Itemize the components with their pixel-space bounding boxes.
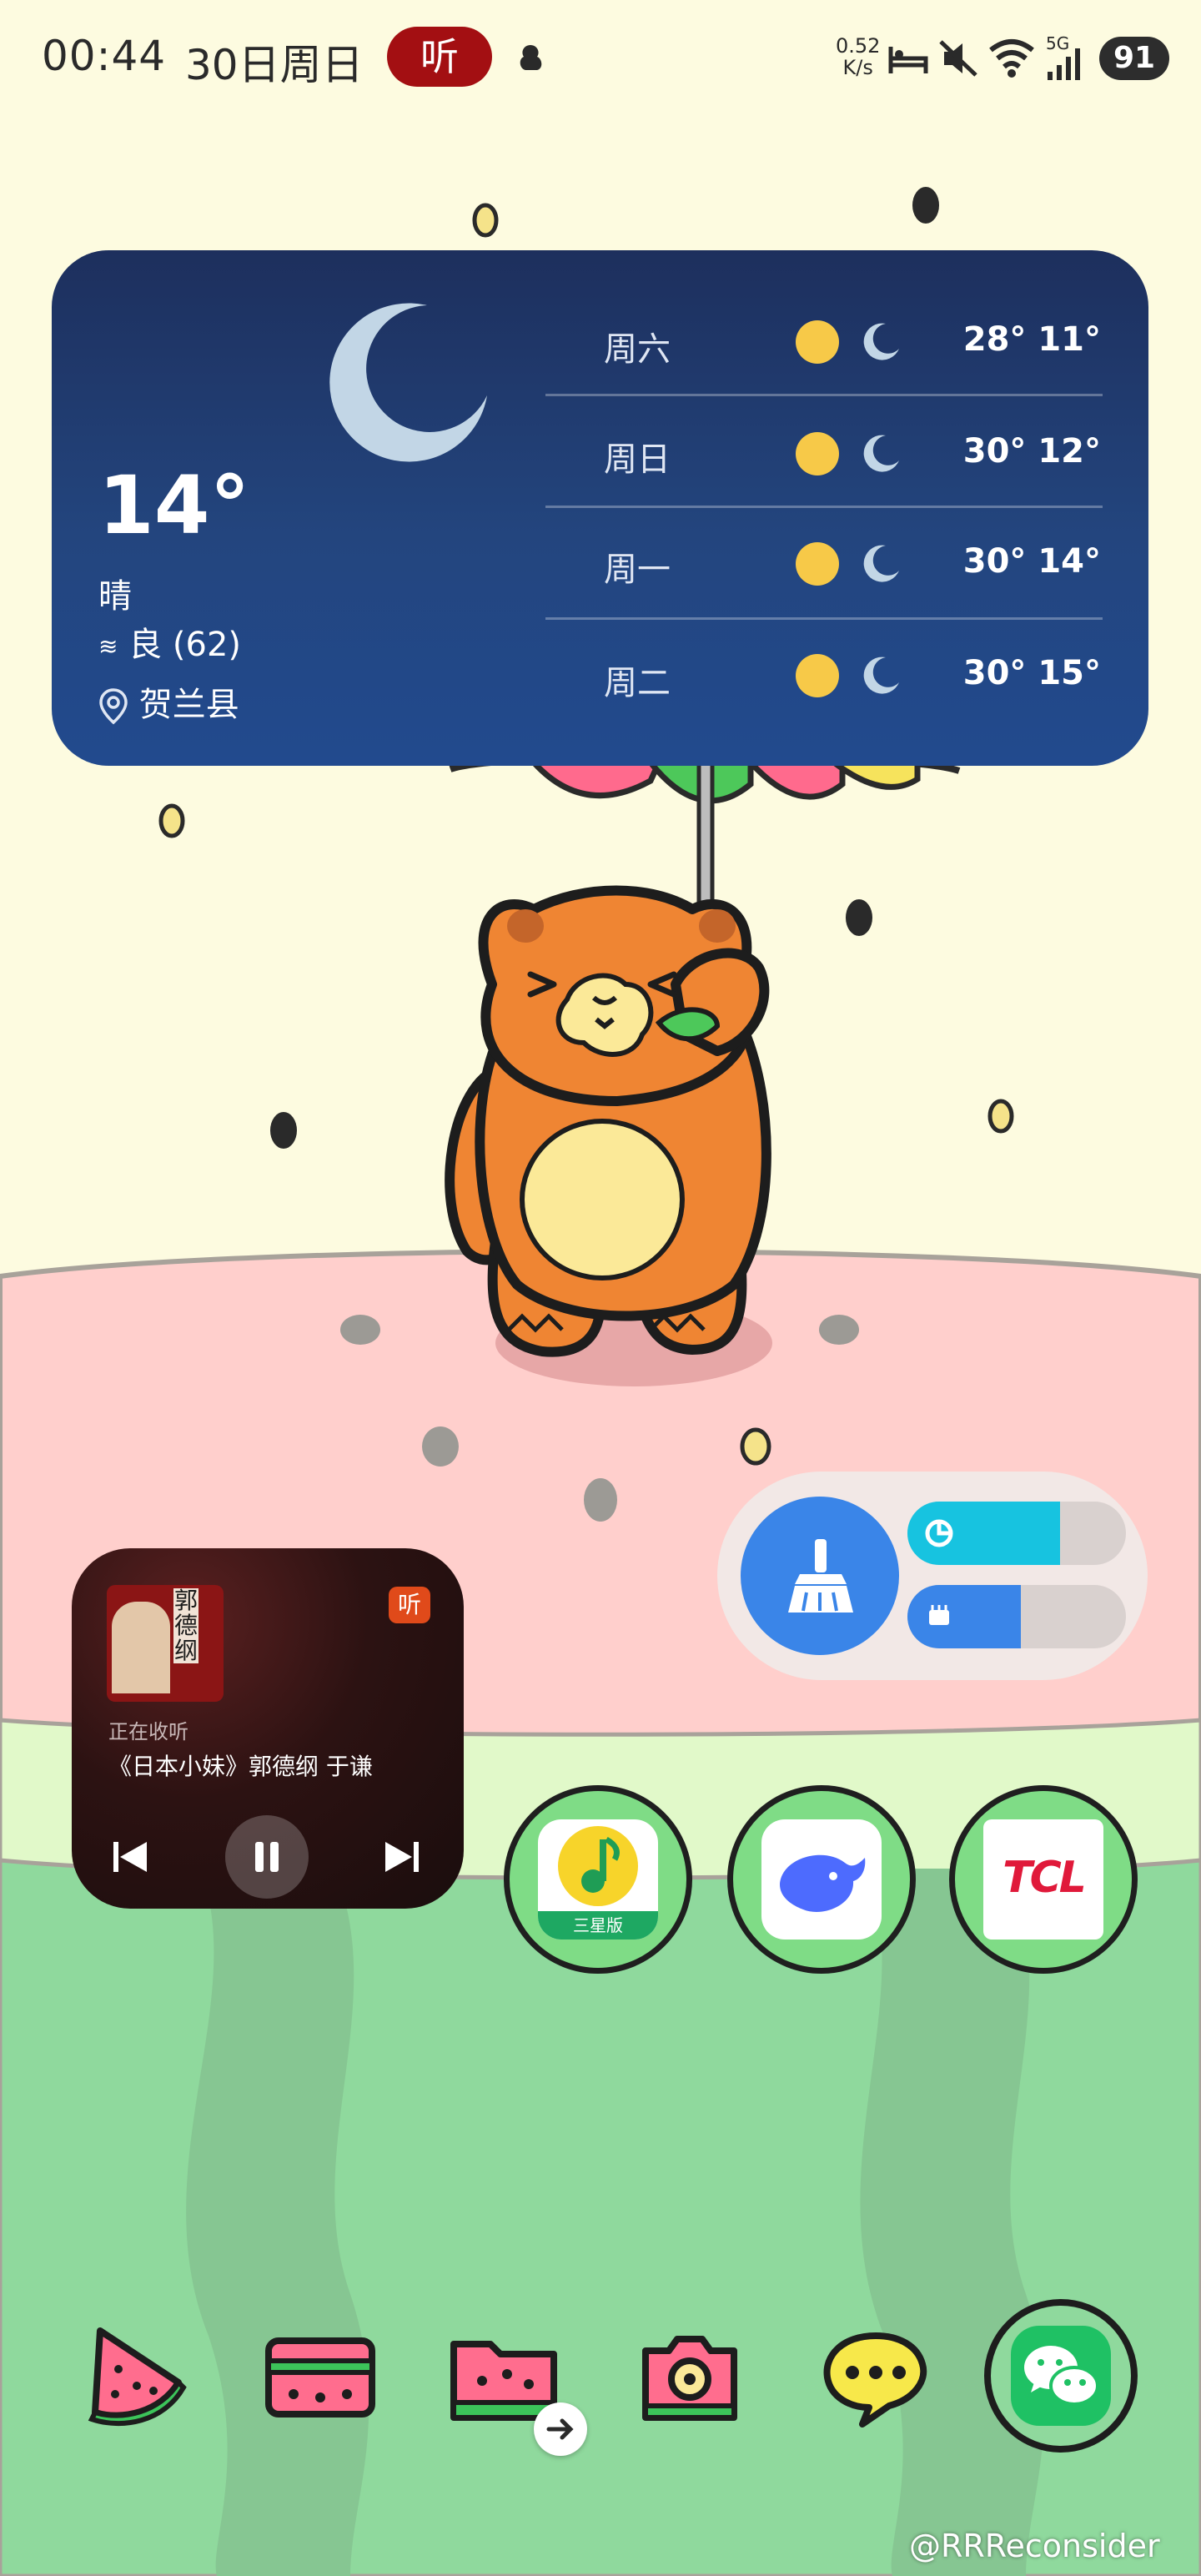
moon-small-icon — [863, 323, 899, 360]
cover-title: 郭德纲 — [173, 1587, 198, 1664]
ting-status-badge[interactable]: 听 — [387, 27, 492, 87]
music-player-widget[interactable]: 郭德纲 听 正在收听 《日本小妹》郭德纲 于谦 — [72, 1548, 464, 1909]
storage-usage-bar — [907, 1502, 1126, 1565]
pause-icon — [255, 1842, 279, 1872]
signal-icon — [1048, 48, 1080, 80]
phone-cleaner-widget[interactable] — [717, 1472, 1148, 1680]
pause-button[interactable] — [225, 1815, 309, 1899]
location: 贺兰县 — [98, 677, 239, 726]
wechat-icon — [1024, 2346, 1099, 2406]
wechat-icon-bg — [1011, 2326, 1111, 2426]
moon-small-icon — [863, 435, 899, 472]
sleep-bed-icon — [888, 47, 928, 73]
wifi-icon — [989, 39, 1034, 78]
forecast-row: 周六 28° 11° — [545, 250, 1154, 369]
watermark: @RRReconsider — [909, 2528, 1160, 2564]
memory-usage-bar — [907, 1585, 1126, 1648]
skip-previous-icon — [113, 1842, 147, 1872]
moon-small-icon — [863, 657, 899, 694]
tcl-icon: TCL — [983, 1819, 1103, 1940]
app-qq-music[interactable]: 三星版 — [504, 1785, 692, 1974]
whale-icon — [780, 1854, 866, 1912]
status-date: 30日周日 — [185, 41, 364, 89]
sun-icon — [796, 320, 839, 364]
qq-music-badge: 三星版 — [538, 1911, 658, 1940]
messages-icon[interactable] — [817, 2319, 934, 2436]
forecast-range: 30° 12° — [962, 432, 1101, 470]
wechat-app[interactable] — [984, 2299, 1138, 2453]
net-speed: 0.52 K/s — [836, 35, 880, 78]
wallet-icon[interactable] — [260, 2319, 377, 2436]
location-pin-icon — [99, 688, 128, 725]
camera-icon[interactable] — [631, 2319, 747, 2436]
current-temperature: 14° — [98, 459, 250, 552]
forecast-row: 周二 30° 15° — [545, 584, 1154, 702]
next-button[interactable] — [360, 1815, 444, 1899]
sun-icon — [796, 432, 839, 475]
qq-music-icon: 三星版 — [538, 1819, 658, 1940]
forecast-row: 周一 30° 14° — [545, 472, 1154, 589]
forecast-range: 30° 14° — [962, 542, 1101, 581]
moon-icon — [329, 303, 487, 462]
music-note-icon — [581, 1836, 620, 1893]
album-cover[interactable]: 郭德纲 — [107, 1585, 224, 1702]
moon-small-icon — [863, 545, 899, 582]
playback-status: 正在收听 — [108, 1720, 188, 1743]
air-quality: ≋ 良 (62) — [98, 617, 241, 666]
clean-button[interactable] — [741, 1497, 899, 1655]
weather-widget[interactable]: 14° 晴 ≋ 良 (62) 贺兰县 周六 28° 11° 周日 30° 12°… — [52, 250, 1148, 766]
track-title: 《日本小妹》郭德纲 于谦 — [108, 1753, 373, 1780]
memory-chip-icon — [929, 1605, 949, 1625]
haze-icon: ≋ — [98, 632, 118, 661]
tcl-logo-text: TCL — [1003, 1853, 1087, 1903]
weather-condition: 晴 — [98, 577, 132, 616]
net-speed-value: 0.52 — [836, 34, 881, 58]
aqi-value: 良 (62) — [128, 626, 242, 664]
previous-button[interactable] — [88, 1815, 172, 1899]
skip-next-icon — [385, 1842, 419, 1872]
sun-icon — [796, 654, 839, 697]
cover-person — [112, 1602, 170, 1693]
broom-icon — [788, 1539, 853, 1613]
deepseek-icon — [761, 1819, 882, 1940]
pie-chart-icon — [925, 1519, 953, 1547]
app-deepseek[interactable] — [727, 1785, 916, 1974]
net-speed-unit: K/s — [842, 56, 873, 79]
watermelon-icon[interactable] — [77, 2319, 193, 2436]
forecast-day: 周二 — [604, 664, 671, 702]
sun-icon — [796, 542, 839, 586]
status-time: 00:44 — [42, 32, 167, 80]
status-bar: 00:44 30日周日 听 0.52 K/s 5G 91 — [0, 0, 1201, 117]
location-name: 贺兰县 — [138, 686, 239, 724]
forecast-range: 30° 15° — [962, 654, 1101, 692]
app-tcl[interactable]: TCL — [949, 1785, 1138, 1974]
forecast-range: 28° 11° — [962, 320, 1101, 359]
ting-app-badge: 听 — [389, 1587, 430, 1623]
arrow-badge — [534, 2402, 587, 2456]
assistant-icon — [520, 45, 542, 70]
battery-level: 91 — [1099, 37, 1169, 80]
forecast-row: 周日 30° 12° — [545, 362, 1154, 479]
mute-icon — [939, 40, 977, 77]
arrow-right-icon — [546, 2418, 574, 2440]
